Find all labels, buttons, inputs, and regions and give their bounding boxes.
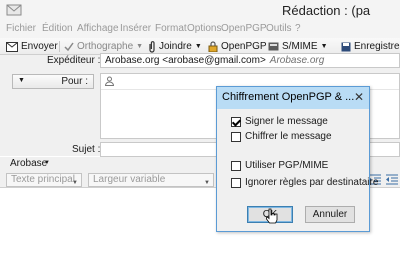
certificate-icon bbox=[268, 42, 279, 50]
font-select[interactable]: Largeur variable ▼ bbox=[88, 173, 214, 187]
menu-fichier[interactable]: Fichier bbox=[6, 23, 36, 34]
chevron-down-icon[interactable]: ▼ bbox=[136, 43, 143, 50]
chevron-down-icon[interactable]: ▼ bbox=[321, 43, 328, 50]
ignore-rules-label: Ignorer règles par destinataire bbox=[245, 177, 379, 188]
menu-options[interactable]: Options bbox=[187, 23, 221, 34]
smime-button[interactable]: S/MIME ▼ bbox=[268, 39, 328, 54]
save-button[interactable]: Enregistrer bbox=[341, 39, 400, 54]
menu-inserer[interactable]: Insérer bbox=[120, 23, 151, 34]
subject-label: Sujet : bbox=[72, 144, 101, 155]
encrypt-message-option[interactable]: Chiffrer le message bbox=[231, 131, 332, 142]
sign-message-label: Signer le message bbox=[245, 116, 328, 127]
chevron-down-icon[interactable]: ▼ bbox=[195, 43, 202, 50]
ignore-rules-checkbox[interactable] bbox=[231, 177, 241, 188]
recipient-type-label: Pour : bbox=[61, 76, 88, 87]
toolbar-separator bbox=[59, 41, 60, 52]
attach-label: Joindre bbox=[159, 41, 192, 52]
pgp-mime-checkbox[interactable] bbox=[231, 160, 241, 171]
chevron-down-icon: ▼ bbox=[72, 180, 78, 186]
attach-button[interactable]: Joindre ▼ bbox=[148, 39, 202, 54]
from-field[interactable]: Arobase.org <arobase@gmail.com> Arobase.o… bbox=[100, 53, 400, 68]
send-label: Envoyer bbox=[21, 41, 58, 52]
smime-label: S/MIME bbox=[282, 41, 318, 52]
paragraph-style-select[interactable]: Texte principal ▼ bbox=[6, 173, 82, 187]
menu-help[interactable]: ? bbox=[295, 23, 301, 34]
chevron-down-icon: ▼ bbox=[44, 160, 50, 166]
lock-icon bbox=[208, 41, 218, 52]
identity-label: Arobase bbox=[10, 158, 48, 169]
ignore-rules-option[interactable]: Ignorer règles par destinataire bbox=[231, 177, 378, 188]
font-value: Largeur variable bbox=[93, 174, 166, 185]
spelling-label: Orthographe bbox=[77, 41, 134, 52]
menu-format[interactable]: Format bbox=[155, 23, 187, 34]
openpgp-encryption-dialog: Chiffrement OpenPGP & ... ✕ Signer le me… bbox=[216, 86, 378, 232]
spellcheck-icon bbox=[64, 42, 74, 51]
person-icon bbox=[105, 76, 114, 86]
menu-openpgp[interactable]: OpenPGP bbox=[221, 23, 267, 34]
dialog-title-bar: Chiffrement OpenPGP & ... ✕ bbox=[217, 87, 369, 109]
paperclip-icon bbox=[149, 40, 155, 53]
send-button[interactable]: Envoyer bbox=[6, 39, 58, 54]
envelope-icon bbox=[6, 4, 22, 16]
menu-edition[interactable]: Édition bbox=[42, 23, 73, 34]
save-label: Enregistrer bbox=[354, 41, 400, 52]
dialog-title: Chiffrement OpenPGP & ... bbox=[222, 91, 355, 103]
from-label: Expéditeur : bbox=[47, 55, 101, 66]
sign-message-option[interactable]: Signer le message bbox=[231, 116, 328, 127]
dialog-body: Signer le message Chiffrer le message Ut… bbox=[217, 109, 378, 231]
title-bar: Rédaction : (pa bbox=[0, 0, 400, 22]
chevron-down-icon: ▼ bbox=[204, 180, 210, 186]
save-icon bbox=[341, 42, 351, 51]
recipient-type-select[interactable]: ▼ Pour : bbox=[12, 74, 94, 89]
openpgp-button[interactable]: OpenPGP ▼ bbox=[208, 39, 277, 54]
menu-outils[interactable]: Outils bbox=[266, 23, 292, 34]
sign-message-checkbox[interactable] bbox=[231, 116, 241, 127]
paragraph-style-value: Texte principal bbox=[11, 174, 75, 185]
chevron-down-icon: ▼ bbox=[18, 77, 25, 84]
menu-bar: Fichier Édition Affichage Insérer Format… bbox=[0, 22, 400, 38]
pgp-mime-label: Utiliser PGP/MIME bbox=[245, 160, 329, 171]
encrypt-message-checkbox[interactable] bbox=[231, 131, 241, 142]
outdent-icon[interactable] bbox=[385, 173, 399, 185]
pgp-mime-option[interactable]: Utiliser PGP/MIME bbox=[231, 160, 328, 171]
encrypt-message-label: Chiffrer le message bbox=[245, 131, 332, 142]
send-icon bbox=[6, 41, 18, 52]
spelling-button[interactable]: Orthographe ▼ bbox=[64, 39, 143, 54]
close-icon[interactable]: ✕ bbox=[354, 90, 364, 104]
menu-affichage[interactable]: Affichage bbox=[77, 23, 119, 34]
from-alias: Arobase.org bbox=[269, 55, 325, 66]
from-address: Arobase.org <arobase@gmail.com> bbox=[105, 55, 266, 66]
hand-cursor-icon bbox=[266, 208, 278, 224]
window-title: Rédaction : (pa bbox=[282, 3, 371, 18]
cancel-button[interactable]: Annuler bbox=[305, 206, 355, 223]
openpgp-label: OpenPGP bbox=[221, 41, 267, 52]
